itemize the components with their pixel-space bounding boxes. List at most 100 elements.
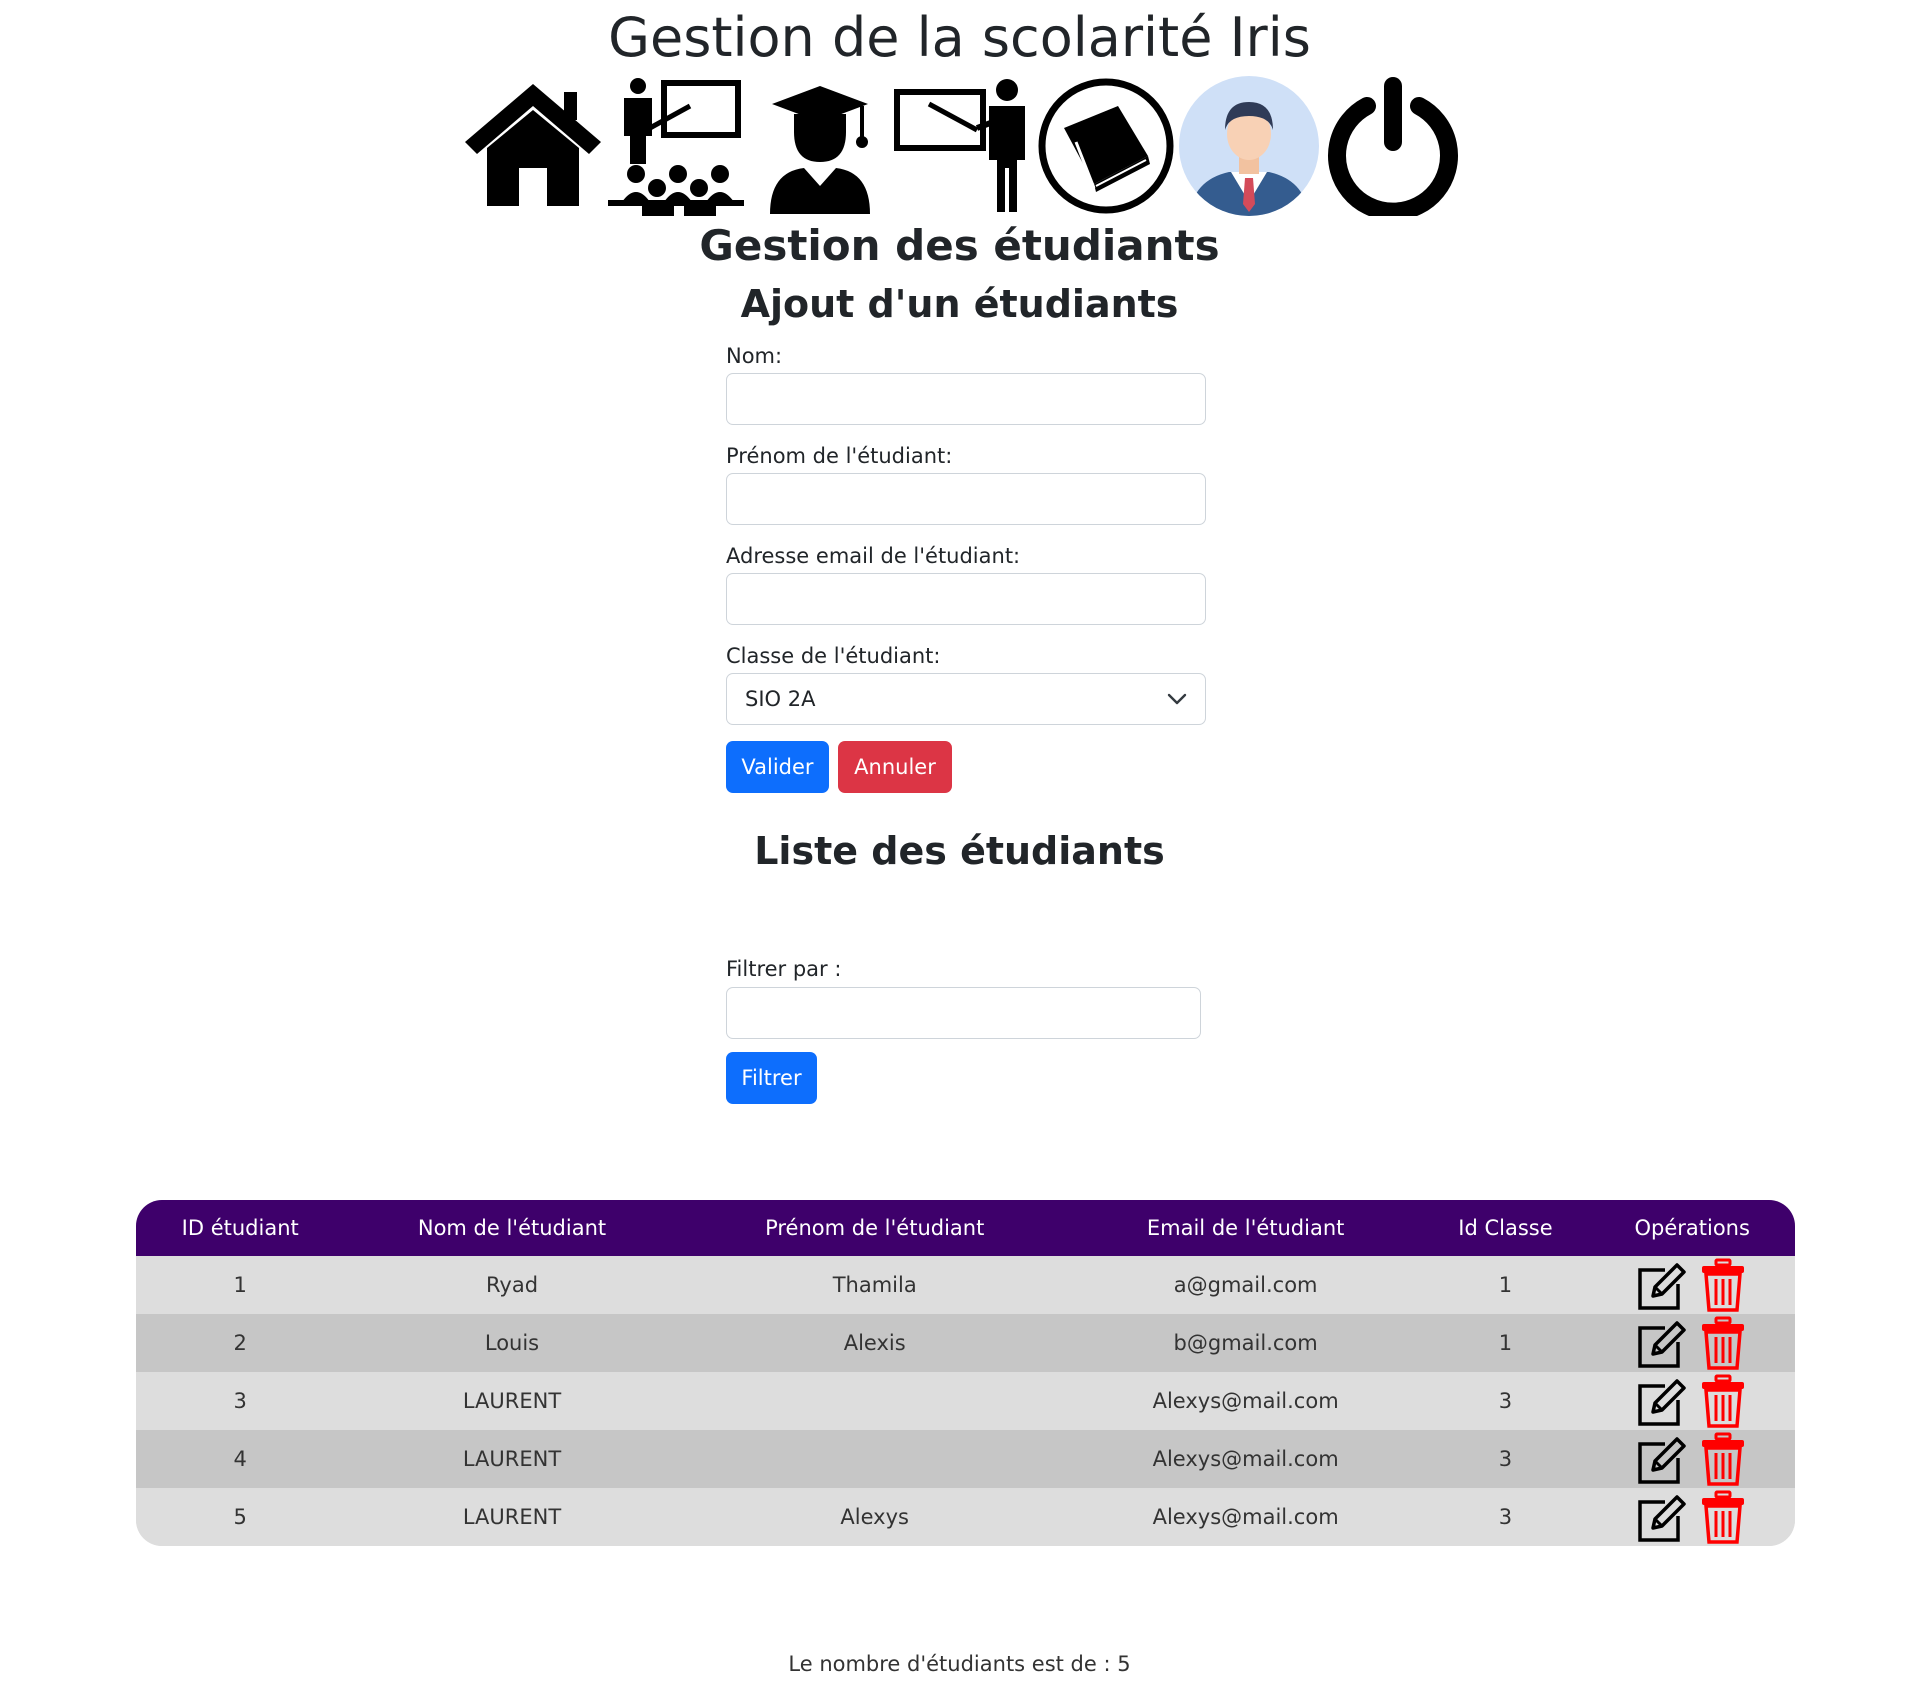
trash-icon [1702, 1316, 1745, 1370]
trash-icon [1702, 1258, 1745, 1312]
cell-classe: 3 [1498, 1389, 1513, 1413]
cell-operations [1589, 1256, 1795, 1314]
cell-id: 1 [233, 1273, 247, 1297]
cell-id: 3 [233, 1389, 247, 1413]
edit-button[interactable] [1635, 1316, 1687, 1370]
delete-button[interactable] [1697, 1258, 1749, 1312]
graduate-student-icon [770, 86, 870, 214]
power-icon [1328, 77, 1458, 216]
cell-prenom: Alexis [843, 1331, 906, 1355]
nav-teachers[interactable] [893, 76, 1033, 216]
cell-prenom [680, 1430, 1070, 1488]
edit-button[interactable] [1635, 1374, 1687, 1428]
page-title: Gestion des étudiants [699, 221, 1220, 270]
cell-id: 2 [233, 1331, 247, 1355]
cell-classe: 3 [1498, 1447, 1513, 1471]
cell-operations [1589, 1430, 1795, 1488]
email-label: Adresse email de l'étudiant: [726, 544, 1021, 568]
delete-button[interactable] [1697, 1374, 1749, 1428]
edit-icon [1638, 1379, 1686, 1426]
nom-input[interactable] [726, 373, 1206, 425]
nav-profile[interactable] [1179, 76, 1319, 216]
cell-nom: LAURENT [462, 1447, 562, 1471]
table-row: 3 LAURENT Alexys@mail.com 3 [136, 1372, 1795, 1430]
nav-logout[interactable] [1323, 76, 1463, 216]
classe-label: Classe de l'étudiant: [726, 644, 941, 668]
nav-students[interactable] [750, 76, 890, 216]
edit-button[interactable] [1635, 1432, 1687, 1486]
table-row: 2 Louis Alexis b@gmail.com 1 [136, 1314, 1795, 1372]
col-header-operations: Opérations [1634, 1216, 1750, 1240]
cell-classe: 3 [1498, 1505, 1513, 1529]
classroom-icon [608, 78, 744, 216]
col-header-prenom: Prénom de l'étudiant [765, 1216, 985, 1240]
cell-nom: LAURENT [462, 1505, 562, 1529]
cell-classe: 1 [1498, 1273, 1513, 1297]
book-icon [1038, 78, 1174, 214]
cell-nom: Ryad [485, 1273, 539, 1297]
main-nav [463, 76, 1473, 216]
nom-label: Nom: [726, 344, 783, 368]
classe-select[interactable]: SIO 2A [726, 673, 1206, 725]
students-table: ID étudiant Nom de l'étudiant Prénom de … [136, 1200, 1795, 1546]
nav-courses[interactable] [1036, 76, 1176, 216]
student-count: Le nombre d'étudiants est de : 5 [788, 1652, 1131, 1676]
table-row: 4 LAURENT Alexys@mail.com 3 [136, 1430, 1795, 1488]
edit-icon [1638, 1321, 1686, 1368]
table-row: 1 Ryad Thamila a@gmail.com 1 [136, 1256, 1795, 1314]
edit-icon [1638, 1263, 1686, 1310]
edit-button[interactable] [1635, 1258, 1687, 1312]
cell-email: Alexys@mail.com [1152, 1389, 1339, 1413]
col-header-email: Email de l'étudiant [1146, 1216, 1345, 1240]
chevron-down-icon [1167, 693, 1187, 705]
trash-icon [1702, 1374, 1745, 1428]
trash-icon [1702, 1490, 1745, 1544]
edit-icon [1638, 1437, 1686, 1484]
cell-nom: LAURENT [462, 1389, 562, 1413]
nav-classes[interactable] [606, 76, 746, 216]
teacher-icon [894, 79, 1025, 212]
nav-home[interactable] [463, 76, 603, 216]
annuler-button[interactable]: Annuler [838, 741, 952, 793]
cell-operations [1589, 1372, 1795, 1430]
delete-button[interactable] [1697, 1316, 1749, 1370]
site-title: Gestion de la scolarité Iris [608, 6, 1311, 69]
table-row: 5 LAURENT Alexys Alexys@mail.com 3 [136, 1488, 1795, 1546]
list-title: Liste des étudiants [754, 829, 1165, 873]
prenom-label: Prénom de l'étudiant: [726, 444, 953, 468]
cell-id: 4 [233, 1447, 247, 1471]
valider-button[interactable]: Valider [726, 741, 829, 793]
cell-operations [1589, 1488, 1795, 1546]
cell-email: Alexys@mail.com [1152, 1505, 1339, 1529]
cell-email: b@gmail.com [1173, 1331, 1318, 1355]
edit-icon [1638, 1495, 1686, 1542]
col-header-classe: Id Classe [1458, 1216, 1553, 1240]
filter-input[interactable] [726, 987, 1201, 1039]
cell-email: a@gmail.com [1173, 1273, 1318, 1297]
delete-button[interactable] [1697, 1490, 1749, 1544]
filtrer-button[interactable]: Filtrer [726, 1052, 817, 1104]
cell-id: 5 [233, 1505, 247, 1529]
cell-email: Alexys@mail.com [1152, 1447, 1339, 1471]
cell-classe: 1 [1498, 1331, 1513, 1355]
prenom-input[interactable] [726, 473, 1206, 525]
cell-prenom: Alexys [840, 1505, 909, 1529]
classe-selected-value: SIO 2A [745, 687, 816, 711]
table-header-row: ID étudiant Nom de l'étudiant Prénom de … [136, 1200, 1795, 1256]
home-icon [465, 84, 601, 206]
col-header-id: ID étudiant [181, 1216, 299, 1240]
filter-label: Filtrer par : [726, 957, 842, 981]
edit-button[interactable] [1635, 1490, 1687, 1544]
user-avatar-icon [1179, 76, 1319, 216]
delete-button[interactable] [1697, 1432, 1749, 1486]
cell-operations [1589, 1314, 1795, 1372]
students-table-body: 1 Ryad Thamila a@gmail.com 1 2 Louis Alexis b@gm… [136, 1256, 1795, 1546]
cell-prenom [680, 1372, 1070, 1430]
trash-icon [1702, 1432, 1745, 1486]
cell-prenom: Thamila [832, 1273, 917, 1297]
add-form-title: Ajout d'un étudiants [740, 282, 1179, 326]
students-table-container: ID étudiant Nom de l'étudiant Prénom de … [136, 1200, 1795, 1546]
email-input[interactable] [726, 573, 1206, 625]
cell-nom: Louis [484, 1331, 540, 1355]
col-header-nom: Nom de l'étudiant [417, 1216, 607, 1240]
